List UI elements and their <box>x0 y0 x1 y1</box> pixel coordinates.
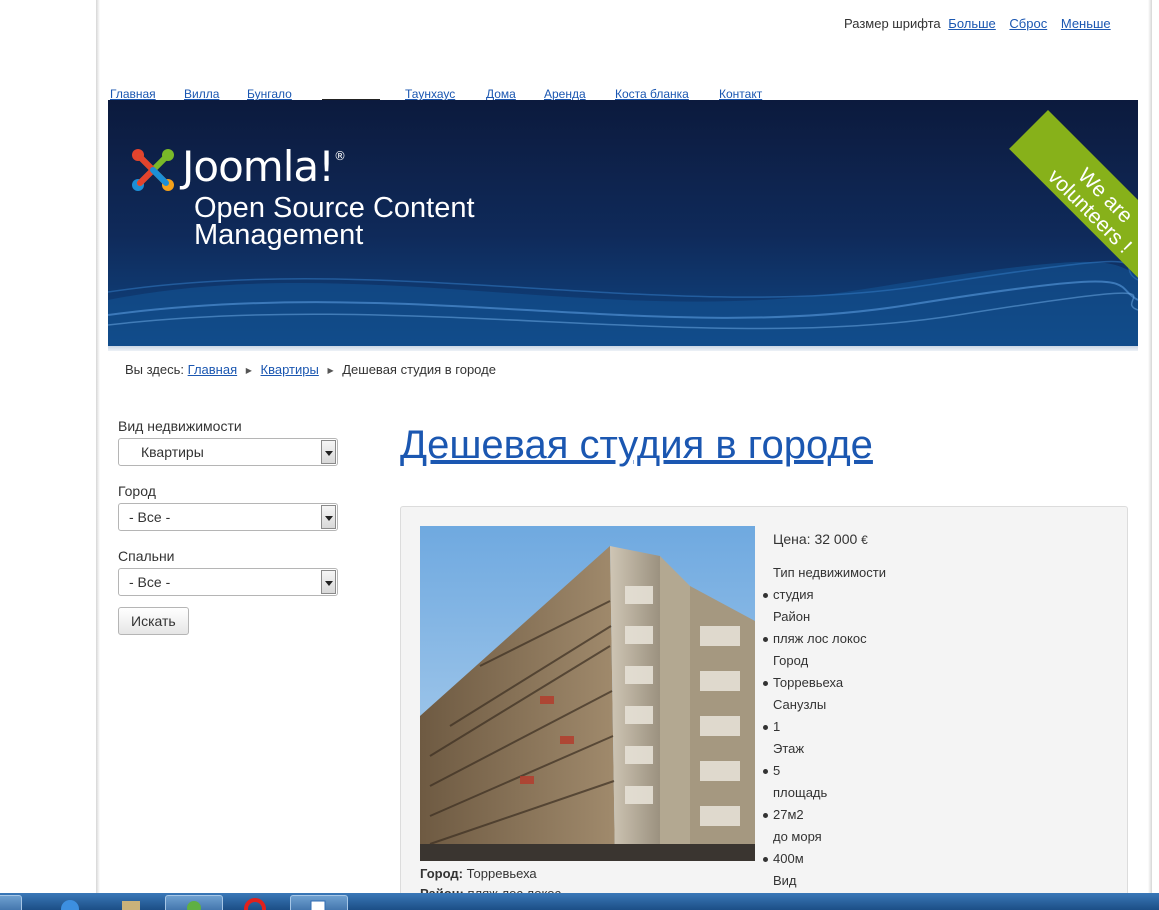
detail-label: Вид <box>773 873 797 888</box>
nav-item-townhouse[interactable]: Таунхаус <box>405 87 455 101</box>
detail-value: 27м2 <box>762 804 886 826</box>
page-left-shadow <box>96 0 100 895</box>
detail-value: 5 <box>762 760 886 782</box>
detail-value: 400м <box>762 848 886 870</box>
property-type-label: Вид недвижимости <box>118 418 242 434</box>
font-reset-link[interactable]: Сброс <box>1009 16 1047 31</box>
price-label: Цена: <box>773 531 811 547</box>
header-tagline: Open Source Content Management <box>194 192 475 251</box>
header-bottom-bar <box>108 346 1138 351</box>
taskbar-app-frog-icon[interactable] <box>165 895 223 910</box>
caption-city: Торревьеха <box>466 866 537 881</box>
search-button[interactable]: Искать <box>118 607 189 635</box>
detail-value: студия <box>762 584 886 606</box>
detail-value: пляж лос локос <box>762 628 886 650</box>
nav-item-villa[interactable]: Вилла <box>184 87 219 101</box>
bedrooms-value: - Все - <box>129 574 171 590</box>
breadcrumb-arrow-icon: ▶ <box>245 366 252 375</box>
price-value: 32 000 <box>814 531 858 547</box>
detail-label: Санузлы <box>773 697 827 712</box>
font-size-controls: Размер шрифта Больше Сброс Меньше <box>844 16 1111 31</box>
detail-label: Тип недвижимости <box>773 565 887 580</box>
details-list: Тип недвижимости студия Район пляж лос локо… <box>762 562 887 892</box>
nav-item-bungalow[interactable]: Бунгало <box>247 87 292 101</box>
taskbar-app-document-icon[interactable] <box>290 895 348 910</box>
breadcrumb-current: Дешевая студия в городе <box>342 362 496 377</box>
nav-item-contact[interactable]: Контакт <box>719 87 762 101</box>
detail-label: Этаж <box>773 741 805 756</box>
ie-icon[interactable] <box>50 895 90 910</box>
chevron-down-icon[interactable] <box>321 505 336 529</box>
property-panel: Город: Торревьеха Район: пляж лос локос … <box>400 506 1128 906</box>
bedrooms-label: Спальни <box>118 548 175 564</box>
price-currency: € <box>861 533 868 547</box>
article-title[interactable]: Дешевая студия в городе <box>400 420 873 470</box>
city-label: Город <box>118 483 156 499</box>
joomla-logo-icon <box>132 149 174 191</box>
nav-item-houses[interactable]: Дома <box>486 87 516 101</box>
font-larger-link[interactable]: Больше <box>948 16 996 31</box>
price: Цена: 32 000 € <box>773 529 886 550</box>
nav-item-rent[interactable]: Аренда <box>544 87 586 101</box>
property-photo[interactable] <box>420 526 755 861</box>
detail-value: 1 <box>762 716 886 738</box>
detail-label: Город <box>773 653 809 668</box>
os-taskbar <box>0 893 1159 910</box>
font-size-label: Размер шрифта <box>844 16 941 31</box>
breadcrumb-home[interactable]: Главная <box>188 362 237 377</box>
breadcrumb-apartments[interactable]: Квартиры <box>261 362 319 377</box>
nav-item-active[interactable] <box>322 87 380 101</box>
page-right-shadow <box>1148 0 1152 895</box>
property-type-value: Квартиры <box>141 444 204 460</box>
caption-city-label: Город: <box>420 866 463 881</box>
property-type-select[interactable]: Квартиры <box>118 438 338 466</box>
explorer-icon[interactable] <box>110 895 150 910</box>
breadcrumb-arrow-icon: ▶ <box>327 366 334 375</box>
bedrooms-select[interactable]: - Все - <box>118 568 338 596</box>
property-details: Цена: 32 000 € Тип недвижимости студия Рай… <box>762 529 887 892</box>
registered-mark-icon: ® <box>333 149 346 163</box>
breadcrumb: Вы здесь: Главная ▶ Квартиры ▶ Дешевая с… <box>125 362 496 377</box>
start-button[interactable] <box>0 895 22 910</box>
detail-label: до моря <box>773 829 822 844</box>
detail-label: площадь <box>773 785 828 800</box>
detail-value: Торревьеха <box>762 672 886 694</box>
property-search-form: Вид недвижимости Квартиры Город - Все - … <box>118 418 338 635</box>
detail-label: Район <box>773 609 811 624</box>
joomla-wordmark: Joomla!® <box>182 142 346 191</box>
breadcrumb-prefix: Вы здесь: <box>125 362 185 377</box>
font-smaller-link[interactable]: Меньше <box>1061 16 1111 31</box>
city-value: - Все - <box>129 509 171 525</box>
nav-item-costa-blanca[interactable]: Коста бланка <box>615 87 689 101</box>
chevron-down-icon[interactable] <box>321 570 336 594</box>
opera-icon[interactable] <box>225 895 285 910</box>
chevron-down-icon[interactable] <box>321 440 336 464</box>
city-select[interactable]: - Все - <box>118 503 338 531</box>
header-banner: Joomla!® Open Source Content Management … <box>108 100 1138 346</box>
nav-item-home[interactable]: Главная <box>110 87 156 101</box>
